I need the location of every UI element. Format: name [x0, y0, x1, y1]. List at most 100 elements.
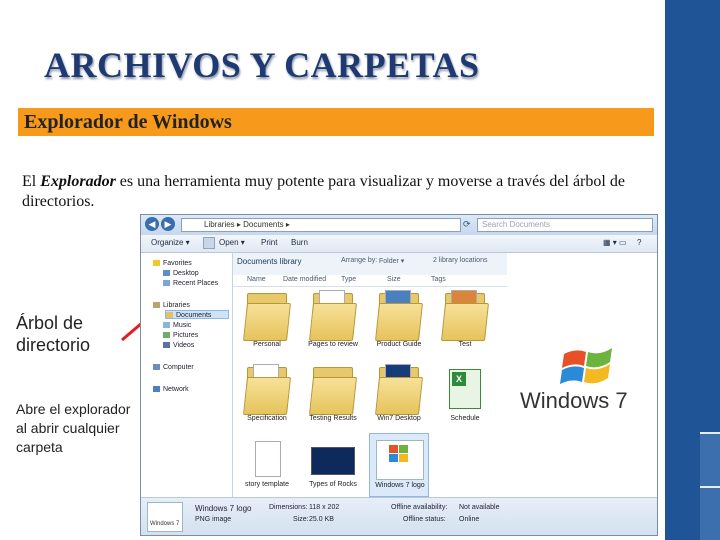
folder-item[interactable]: Win7 Desktop: [369, 363, 429, 429]
library-locations-link[interactable]: 2 library locations: [433, 257, 487, 264]
forward-icon[interactable]: ▶: [161, 217, 175, 231]
folder-item[interactable]: Personal: [237, 289, 297, 355]
file-item[interactable]: story template: [237, 437, 297, 497]
details-offline-value: Not available: [459, 504, 500, 511]
open-button[interactable]: Open ▾: [219, 238, 245, 247]
search-input[interactable]: Search Documents: [477, 218, 653, 232]
logo-text: Windows 7: [520, 388, 628, 413]
windows-flag-icon: [560, 348, 612, 384]
pictures-icon: [163, 332, 170, 339]
library-header: Documents library Arrange by: Folder ▾ 2…: [233, 253, 507, 275]
section-heading-band: Explorador de Windows: [18, 108, 654, 136]
windows-flag-icon: [389, 445, 408, 462]
item-label: Types of Rocks: [309, 481, 357, 488]
slide-side-divider: [700, 432, 720, 434]
folder-item[interactable]: Pages to review: [303, 289, 363, 355]
print-button[interactable]: Print: [261, 238, 277, 247]
details-file-kind: PNG image: [195, 516, 232, 523]
folder-front: [243, 303, 291, 341]
item-label: Windows 7 logo: [375, 482, 425, 489]
back-icon[interactable]: ◀: [145, 217, 159, 231]
item-label: Pages to review: [308, 341, 358, 348]
item-label: Win7 Desktop: [377, 415, 421, 422]
item-label: Personal: [253, 341, 281, 348]
preview-pane-icon[interactable]: ▭: [619, 238, 627, 247]
computer-icon: [153, 364, 160, 371]
libraries-icon: [153, 302, 160, 309]
nav-network[interactable]: Network: [153, 385, 189, 394]
description-bold: Explorador: [40, 173, 116, 190]
excel-x-glyph: X: [452, 372, 466, 386]
documents-icon: [166, 312, 173, 319]
address-bar-area: ◀ ▶ Libraries ▸ Documents ▸ ⟳ Search Doc…: [141, 215, 657, 235]
details-size-label: Size:: [293, 516, 309, 523]
nav-label: Music: [173, 322, 192, 329]
folder-item[interactable]: Testing Results: [303, 363, 363, 429]
network-icon: [153, 386, 160, 393]
nav-recent-places[interactable]: Recent Places: [163, 279, 218, 288]
arrange-by-label: Arrange by:: [341, 257, 378, 264]
nav-label: Documents: [176, 312, 212, 319]
folder-front: [309, 377, 357, 415]
windows-7-logo: Windows 7: [520, 338, 640, 418]
star-icon: [153, 260, 160, 267]
document-icon: [255, 441, 281, 477]
details-size: 25.0 KB: [309, 516, 334, 523]
folder-item[interactable]: Product Guide: [369, 289, 429, 355]
folder-front: [375, 377, 423, 415]
column-size[interactable]: Size: [387, 276, 401, 283]
nav-documents[interactable]: Documents: [165, 310, 229, 319]
folder-item[interactable]: Test: [435, 289, 495, 355]
help-icon[interactable]: ?: [637, 238, 641, 247]
folder-item[interactable]: Specification: [237, 363, 297, 429]
details-status-label: Offline status:: [403, 516, 446, 523]
arrange-by-dropdown[interactable]: Folder ▾: [379, 257, 404, 265]
details-file-name: Windows 7 logo: [195, 504, 252, 513]
details-thumbnail: Windows 7: [147, 502, 183, 532]
item-label: story template: [245, 481, 289, 488]
column-name[interactable]: Name: [247, 276, 266, 283]
nav-videos[interactable]: Videos: [163, 341, 194, 350]
view-options-icon[interactable]: ▦ ▾: [603, 238, 617, 247]
item-label: Product Guide: [376, 341, 422, 348]
nav-label: Favorites: [163, 260, 192, 267]
nav-label: Recent Places: [173, 280, 219, 287]
column-headers: Name Date modified Type Size Tags: [233, 275, 507, 287]
nav-pictures[interactable]: Pictures: [163, 331, 198, 340]
videos-icon: [163, 342, 170, 349]
folder-front: [243, 377, 291, 415]
address-input[interactable]: Libraries ▸ Documents ▸: [181, 218, 461, 232]
file-item[interactable]: X Schedule: [435, 363, 495, 429]
refresh-icon[interactable]: ⟳: [463, 219, 471, 230]
burn-button[interactable]: Burn: [291, 238, 308, 247]
video-thumbnail-icon: [311, 447, 355, 475]
nav-music[interactable]: Music: [163, 321, 191, 330]
organize-button[interactable]: Organize ▾: [151, 238, 190, 247]
image-thumbnail-icon: [376, 440, 424, 480]
description-paragraph: El Explorador es una herramienta muy pot…: [22, 172, 662, 212]
details-status-value: Online: [459, 516, 480, 523]
folder-front: [441, 303, 489, 341]
nav-desktop[interactable]: Desktop: [163, 269, 199, 278]
nav-label: Videos: [173, 342, 195, 349]
music-icon: [163, 322, 170, 329]
details-dimensions: 118 x 202: [309, 504, 340, 511]
folder-front: [309, 303, 357, 341]
item-label: Schedule: [450, 415, 480, 422]
column-type[interactable]: Type: [341, 276, 356, 283]
column-date-modified[interactable]: Date modified: [283, 276, 326, 283]
column-tags[interactable]: Tags: [431, 276, 446, 283]
item-label: Testing Results: [309, 415, 357, 422]
navigation-pane: Favorites Desktop Recent Places Librarie…: [141, 253, 233, 497]
file-item[interactable]: Types of Rocks: [303, 437, 363, 497]
file-item-selected[interactable]: Windows 7 logo: [369, 433, 429, 497]
item-label: Specification: [247, 415, 287, 422]
nav-libraries[interactable]: Libraries: [153, 301, 190, 310]
nav-computer[interactable]: Computer: [153, 363, 194, 372]
open-icon: [203, 237, 215, 249]
desktop-icon: [163, 270, 170, 277]
command-toolbar: Organize ▾ Open ▾ Print Burn ▦ ▾ ▭ ?: [141, 235, 657, 253]
nav-label: Network: [163, 386, 189, 393]
description-prefix: El: [22, 173, 41, 190]
nav-favorites[interactable]: Favorites: [153, 259, 192, 268]
